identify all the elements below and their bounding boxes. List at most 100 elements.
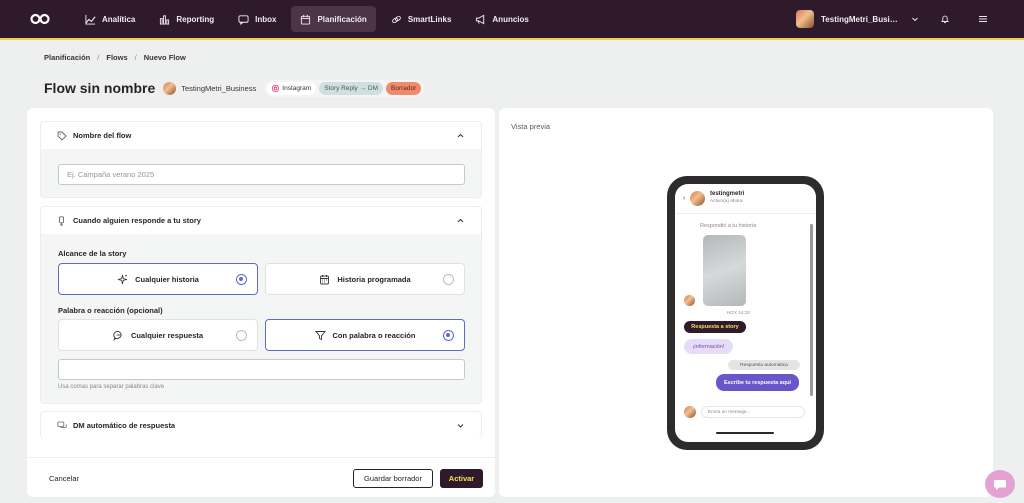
nav-item-planificacion[interactable]: Planificación xyxy=(291,6,376,32)
message-time: HOY, 14:32 xyxy=(727,310,750,315)
calendar-icon xyxy=(319,274,330,285)
trigger-badge: Story Reply → DM xyxy=(319,81,384,95)
breadcrumb-item[interactable]: Planificación xyxy=(44,53,90,62)
story-thumbnail xyxy=(703,235,746,306)
chart-line-icon xyxy=(85,14,96,25)
section-trigger: Cuando alguien responde a tu story Alcan… xyxy=(40,206,482,404)
avatar xyxy=(684,295,695,306)
chat-name: testingmetri xyxy=(710,191,745,197)
chevron-down-icon[interactable] xyxy=(456,421,465,430)
nav-item-inbox[interactable]: Inbox xyxy=(229,6,285,32)
cancel-button[interactable]: Cancelar xyxy=(49,474,79,483)
bar-chart-icon xyxy=(160,14,170,25)
option-scheduled-story[interactable]: Historia programada xyxy=(265,263,465,295)
footer-divider xyxy=(27,457,495,458)
breadcrumb-item-current: Nuevo Flow xyxy=(143,53,186,62)
avatar xyxy=(163,81,177,95)
breadcrumb-item[interactable]: Flows xyxy=(106,53,127,62)
section-title: Nombre del flow xyxy=(73,131,132,140)
tag-icon xyxy=(57,131,67,141)
flow-name-input[interactable]: Ej. Campaña verano 2025 xyxy=(58,164,465,185)
home-indicator xyxy=(716,432,774,434)
option-any-story[interactable]: Cualquier historia xyxy=(58,263,258,295)
section-title: Cuando alguien responde a tu story xyxy=(73,216,201,225)
scrollbar[interactable] xyxy=(810,224,813,396)
radio-selected[interactable] xyxy=(443,330,454,341)
section-title: DM automático de respuesta xyxy=(73,421,176,430)
calendar-icon xyxy=(301,14,311,25)
option-label: Historia programada xyxy=(337,274,411,284)
option-label: Cualquier respuesta xyxy=(130,330,204,340)
logo-icon[interactable] xyxy=(30,13,50,25)
chat-bubble-icon xyxy=(994,479,1006,490)
chevron-down-icon xyxy=(908,12,922,26)
bell-icon[interactable] xyxy=(938,12,952,26)
account-switcher[interactable]: TestingMetri_Business xyxy=(796,10,922,28)
story-scope-label: Alcance de la story xyxy=(58,249,127,258)
help-chat-button[interactable] xyxy=(985,470,1015,498)
flow-editor-panel: Nombre del flow Ej. Campaña verano 2025 … xyxy=(27,108,495,497)
breadcrumb-separator: / xyxy=(134,53,137,62)
activate-button[interactable]: Activar xyxy=(440,469,483,488)
back-arrow-icon: ‹ xyxy=(683,195,686,202)
nav-item-analitica[interactable]: Analítica xyxy=(76,6,144,32)
nav-item-anuncios[interactable]: Anuncios xyxy=(466,6,537,32)
nav-item-reporting[interactable]: Reporting xyxy=(150,6,223,32)
option-label: Con palabra o reacción xyxy=(332,330,416,340)
badge-group: Instagram Story Reply → DM Borrador xyxy=(264,79,425,97)
option-label: Cualquier historia xyxy=(135,274,199,284)
radio-unselected[interactable] xyxy=(236,330,247,341)
chat-bubble-icon xyxy=(113,330,124,341)
keywords-hint: Usa comas para separar palabras clave xyxy=(58,384,165,390)
chat-icon xyxy=(238,14,249,25)
chat-header: ‹ testingmetri Activo(a) ahora xyxy=(675,184,816,214)
incoming-message-bubble: ¡información! xyxy=(684,339,733,354)
nav-item-label: Anuncios xyxy=(492,14,529,24)
phone-screen: ‹ testingmetri Activo(a) ahora Respondió… xyxy=(675,184,816,442)
instagram-icon xyxy=(272,84,279,92)
nav-item-label: Reporting xyxy=(176,14,215,24)
account-chip: TestingMetri_Business xyxy=(163,81,257,95)
platform-badge-label: Instagram xyxy=(282,84,312,92)
platform-badge: Instagram xyxy=(267,81,317,95)
section-flow-name-header[interactable]: Nombre del flow xyxy=(41,122,481,149)
save-draft-button[interactable]: Guardar borrador xyxy=(353,469,433,488)
avatar xyxy=(690,191,705,206)
avatar xyxy=(684,406,696,418)
compose-input: Envía un mensaje... xyxy=(701,406,805,418)
keywords-input[interactable] xyxy=(58,359,465,380)
filter-icon xyxy=(314,330,326,341)
section-trigger-header[interactable]: Cuando alguien responde a tu story xyxy=(41,207,481,234)
chevron-up-icon[interactable] xyxy=(456,131,465,140)
nav-item-smartlinks[interactable]: SmartLinks xyxy=(382,6,461,32)
section-auto-dm: DM automático de respuesta xyxy=(40,411,482,439)
menu-icon[interactable] xyxy=(976,12,990,26)
preview-label: Vista previa xyxy=(511,122,551,131)
account-chip-label: TestingMetri_Business xyxy=(181,83,257,93)
story-reply-bubble: Respuesta a story xyxy=(684,321,746,333)
section-flow-name: Nombre del flow Ej. Campaña verano 2025 xyxy=(40,121,482,198)
option-keyword-reaction[interactable]: Con palabra o reacción xyxy=(265,319,465,351)
nav-accent-line xyxy=(0,38,1024,40)
story-reply-icon xyxy=(57,215,67,226)
radio-selected[interactable] xyxy=(236,274,247,285)
auto-reply-tag: Respuesta automática xyxy=(728,360,800,370)
chat-icon xyxy=(57,421,67,431)
chevron-up-icon[interactable] xyxy=(456,216,465,225)
nav-item-label: SmartLinks xyxy=(407,14,452,24)
nav-item-label: Analítica xyxy=(102,14,136,24)
top-nav: Analítica Reporting Inbox Planificación … xyxy=(0,0,1024,38)
link-icon xyxy=(392,15,401,23)
account-name: TestingMetri_Business xyxy=(821,14,901,24)
status-badge: Borrador xyxy=(386,81,422,95)
preview-panel: Vista previa ‹ testingmetri Activo(a) ah… xyxy=(499,108,993,497)
megaphone-icon xyxy=(476,14,485,24)
nav-item-label: Inbox xyxy=(255,14,277,24)
nav-item-label: Planificación xyxy=(317,14,367,24)
option-any-reply[interactable]: Cualquier respuesta xyxy=(58,319,258,351)
replied-story-label: Respondió a tu historia xyxy=(700,223,757,229)
section-auto-dm-header[interactable]: DM automático de respuesta xyxy=(41,412,481,439)
phone-mockup: ‹ testingmetri Activo(a) ahora Respondió… xyxy=(667,176,824,450)
breadcrumb: Planificación / Flows / Nuevo Flow xyxy=(44,53,186,62)
radio-unselected[interactable] xyxy=(443,274,454,285)
